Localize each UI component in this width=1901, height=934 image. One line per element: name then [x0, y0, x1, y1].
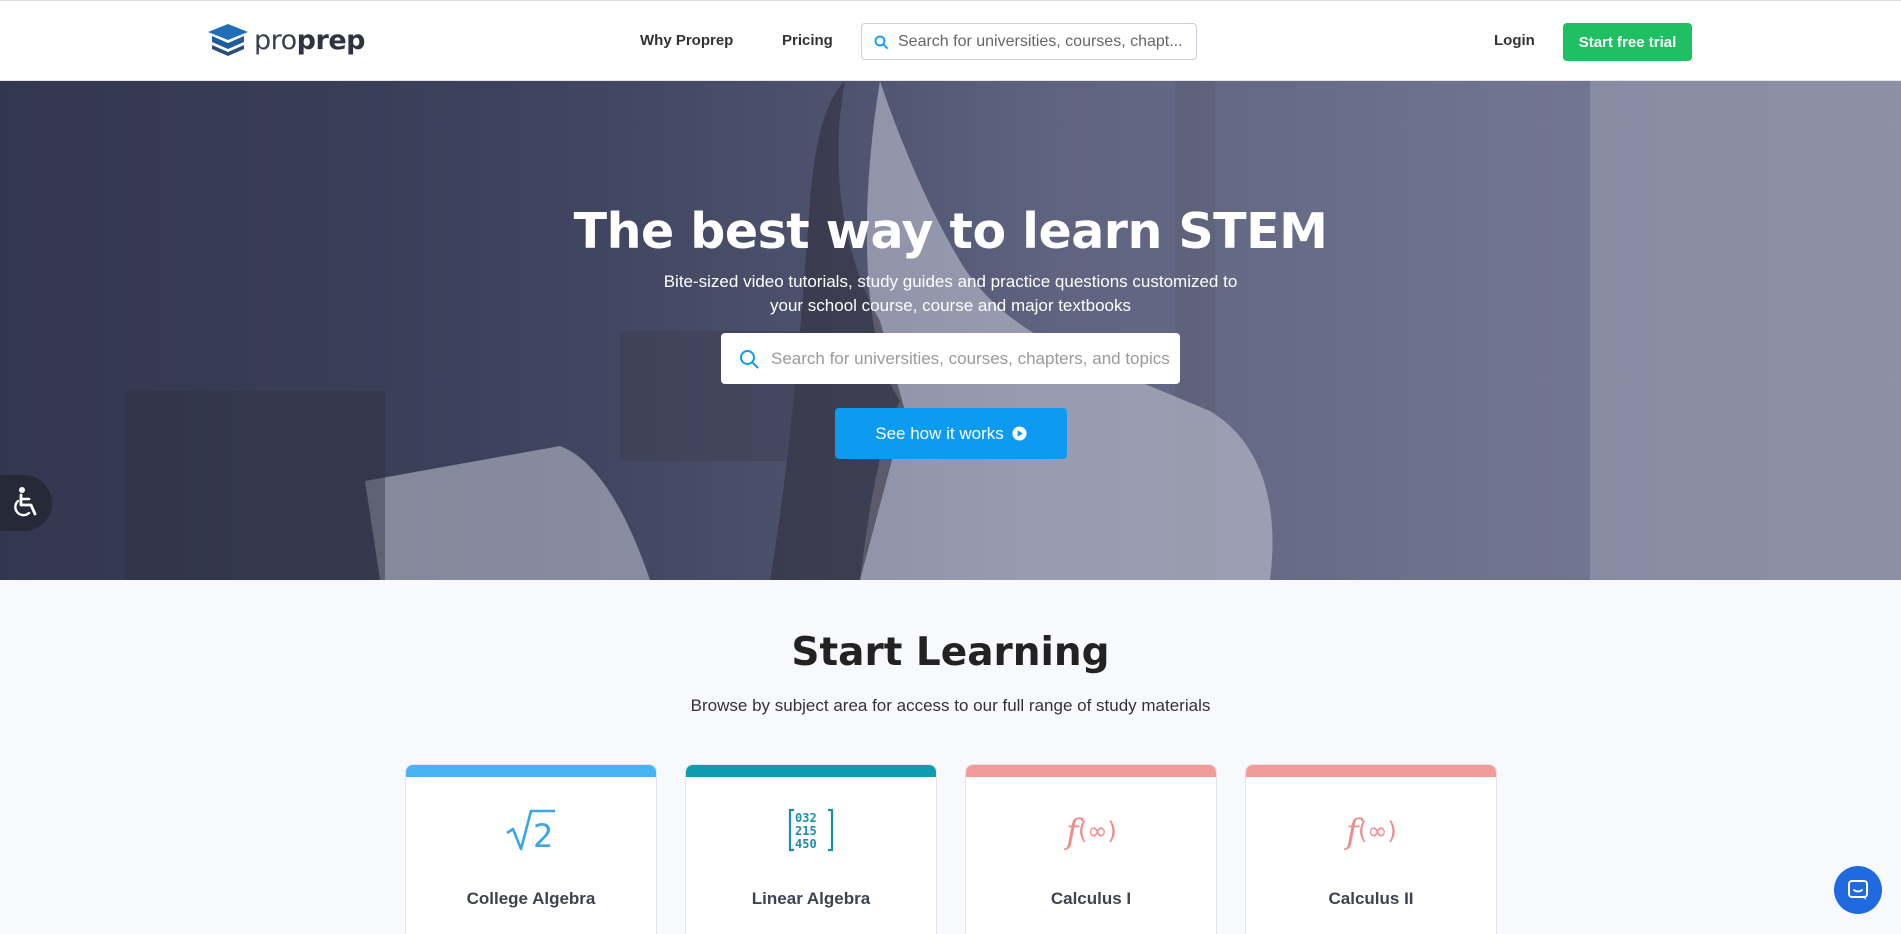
function-icon: f (∞) [1344, 812, 1397, 852]
search-icon [740, 349, 759, 368]
subject-card-calculus-1[interactable]: f (∞) Calculus I [965, 764, 1217, 934]
card-color-bar [406, 765, 656, 777]
wheelchair-icon [14, 487, 37, 517]
hero-background-image [125, 81, 1901, 580]
subject-card-label: Calculus I [1050, 889, 1132, 908]
chat-icon [1848, 880, 1868, 900]
subject-card-label: College Algebra [466, 889, 596, 908]
play-circle-icon [1012, 426, 1027, 441]
hero-title: The best way to learn STEM [573, 203, 1328, 260]
see-how-it-works-label: See how it works [875, 423, 1004, 443]
search-icon [874, 35, 888, 49]
matrix-icon: 032 215 450 [788, 808, 834, 852]
square-root-icon: 2 [506, 809, 555, 853]
start-free-trial-button[interactable]: Start free trial [1563, 23, 1692, 61]
subject-card-linear-algebra[interactable]: 032 215 450 Linear Algebra [685, 764, 937, 934]
hero-search-input[interactable] [771, 348, 1171, 369]
chat-launcher-button[interactable] [1834, 866, 1882, 914]
svg-text:032: 032 [795, 811, 817, 825]
proprep-logo[interactable]: proprep [208, 24, 365, 56]
hero-subtitle: Bite-sized video tutorials, study guides… [663, 272, 1238, 315]
start-learning-title: Start Learning [791, 630, 1110, 675]
login-link[interactable]: Login [1494, 32, 1535, 49]
see-how-it-works-button[interactable]: See how it works [835, 408, 1067, 459]
graduation-cap-icon [208, 24, 248, 56]
svg-text:(∞): (∞) [1078, 817, 1117, 845]
nav-pricing[interactable]: Pricing [782, 32, 833, 49]
logo-prefix: pro [254, 24, 297, 56]
site-header: proprep Why Proprep Pricing Login Start … [0, 0, 1901, 81]
logo-suffix: prep [296, 24, 366, 56]
card-color-bar [686, 765, 936, 777]
function-icon: f (∞) [1064, 812, 1117, 852]
subject-card-label: Linear Algebra [751, 889, 871, 908]
subject-card-label: Calculus II [1328, 889, 1414, 908]
card-color-bar [1246, 765, 1496, 777]
nav-why-proprep[interactable]: Why Proprep [640, 32, 733, 49]
subject-card-college-algebra[interactable]: 2 College Algebra [405, 764, 657, 934]
svg-text:(∞): (∞) [1358, 817, 1397, 845]
header-search-box[interactable] [861, 23, 1197, 60]
hero-section: The best way to learn STEM Bite-sized vi… [0, 81, 1901, 580]
svg-text:215: 215 [795, 824, 817, 838]
hero-search-box[interactable] [721, 333, 1180, 384]
subject-card-calculus-2[interactable]: f (∞) Calculus II [1245, 764, 1497, 934]
svg-text:2: 2 [533, 817, 553, 853]
header-search-input[interactable] [898, 32, 1188, 51]
start-learning-subtitle: Browse by subject area for access to our… [690, 696, 1211, 715]
card-color-bar [966, 765, 1216, 777]
logo-text: proprep [254, 25, 365, 56]
svg-text:450: 450 [795, 837, 817, 851]
